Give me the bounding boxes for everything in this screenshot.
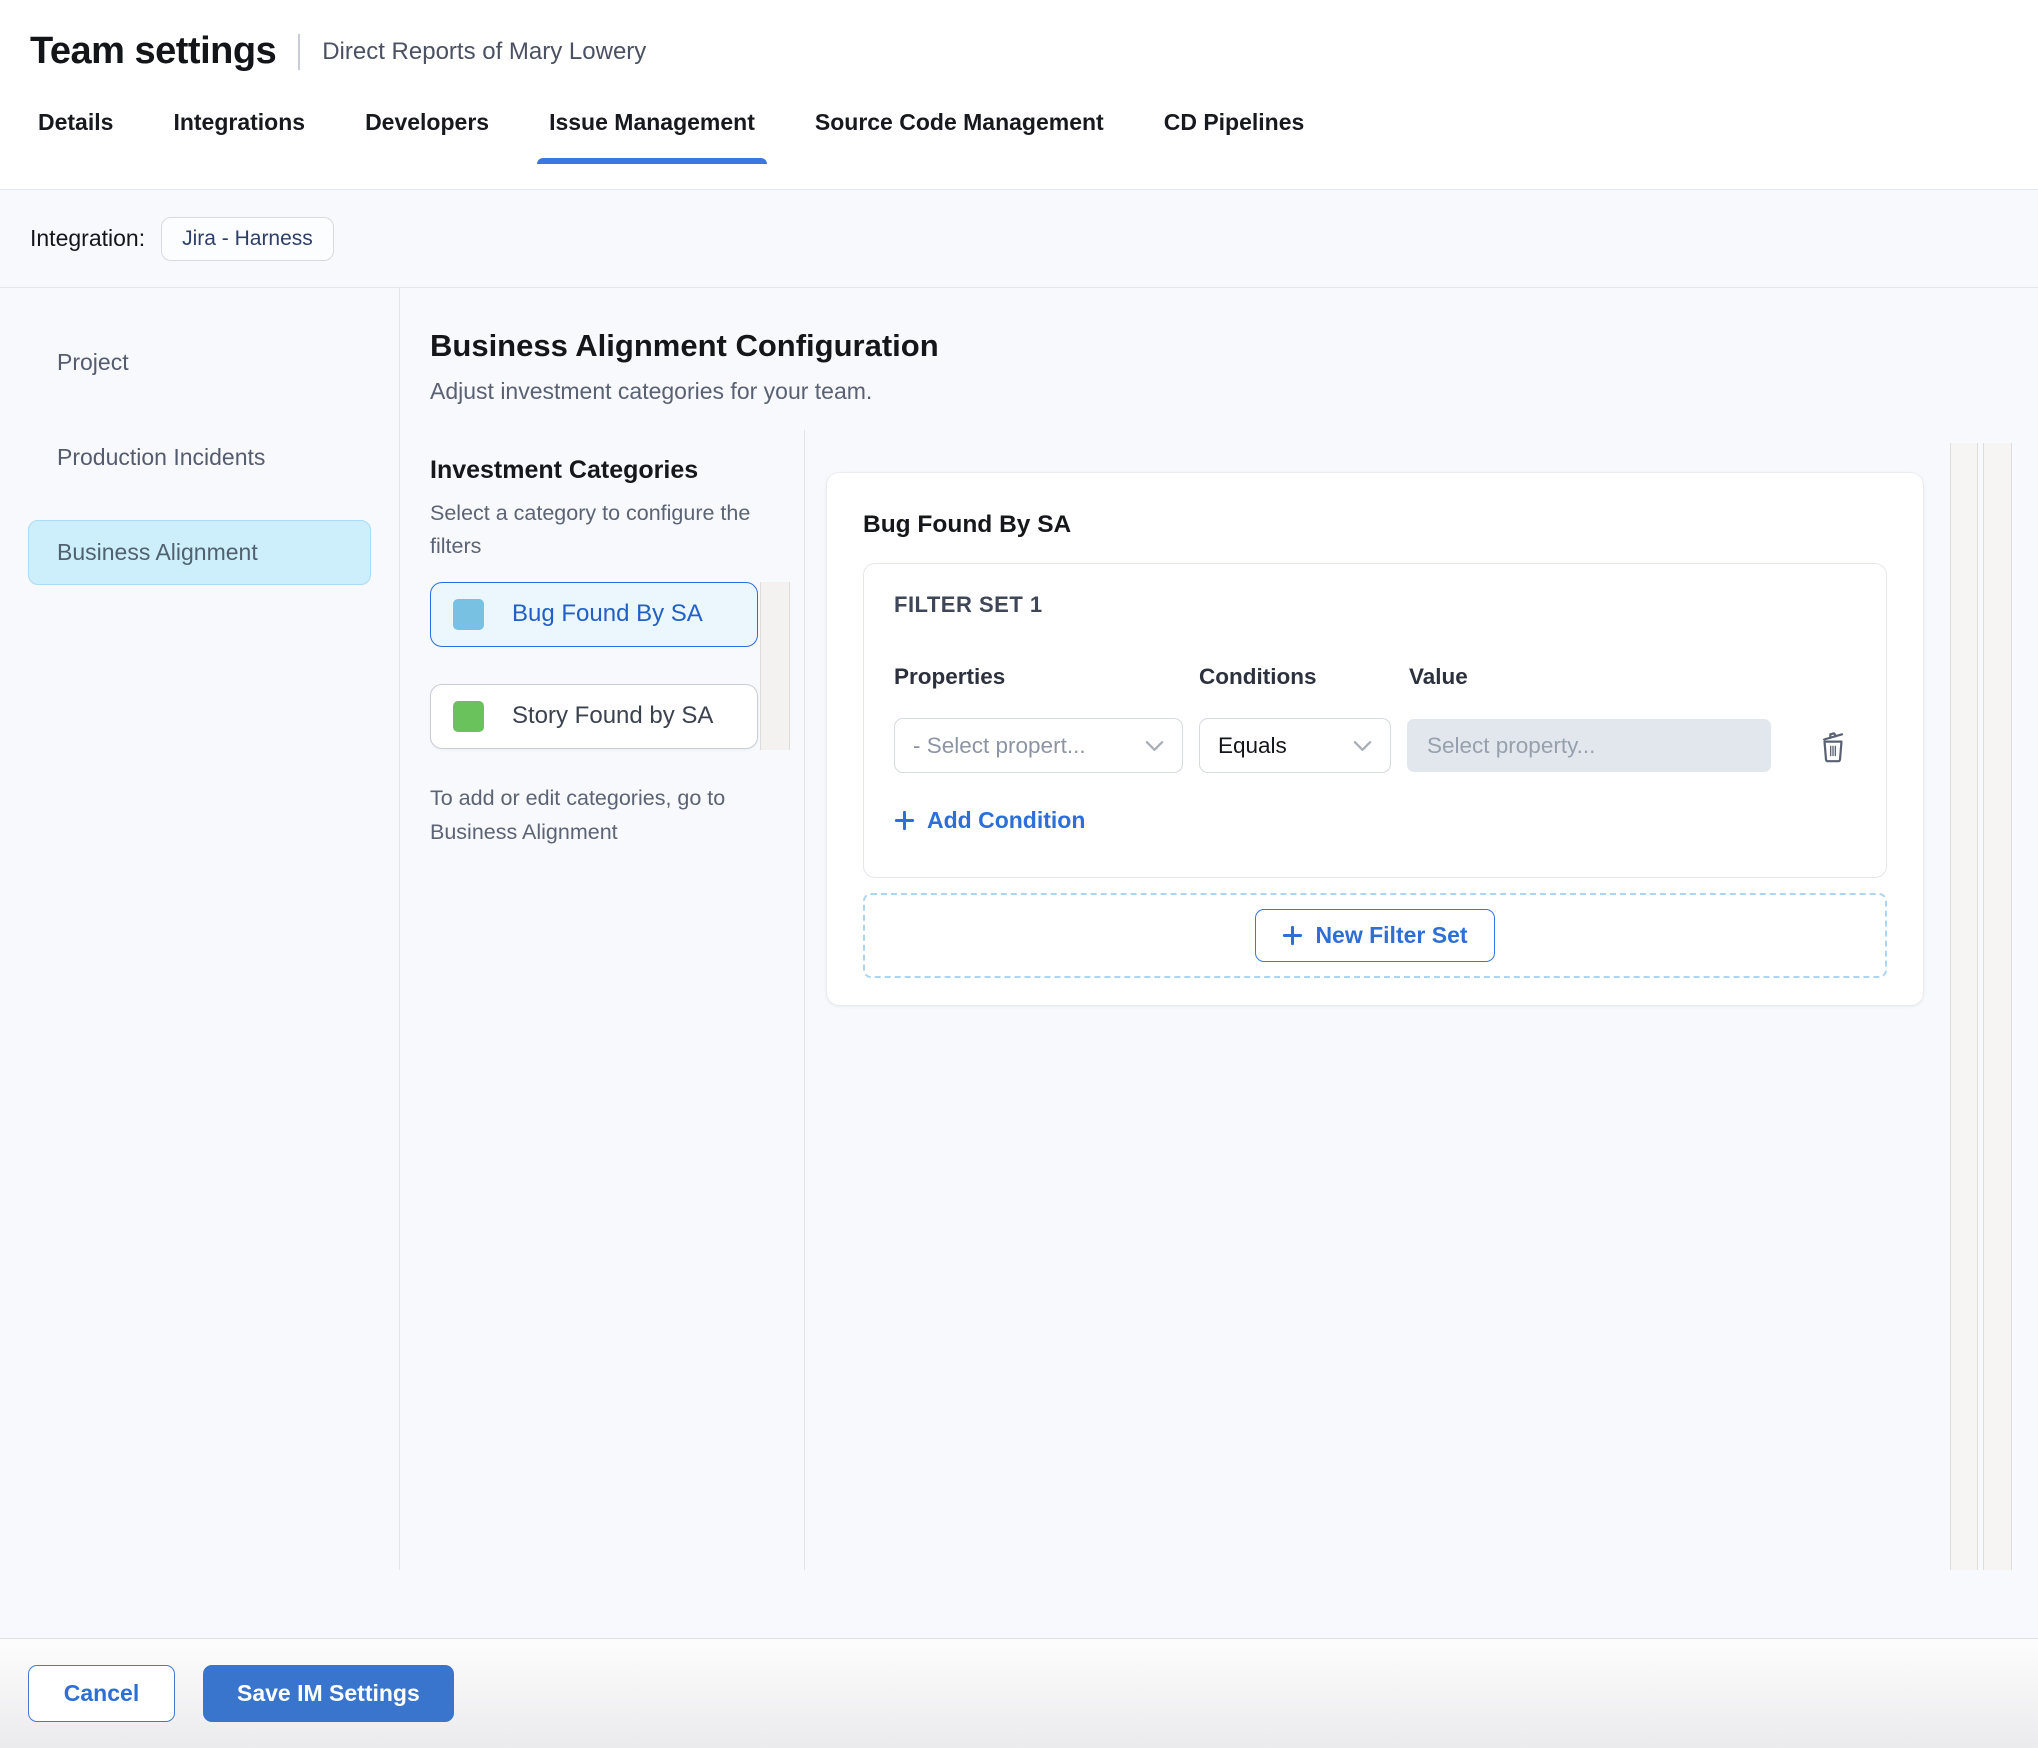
page-title: Team settings [30, 30, 277, 72]
filter-set-1: FILTER SET 1 Properties Conditions Value… [863, 563, 1887, 878]
chevron-down-icon [1145, 740, 1164, 751]
main-region: Business Alignment Configuration Adjust … [400, 288, 2038, 1570]
category-story-found-by-sa[interactable]: Story Found by SA [430, 683, 758, 749]
category-color-swatch [453, 598, 484, 630]
team-settings-page: Team settings Direct Reports of Mary Low… [0, 0, 2038, 1748]
integration-chip[interactable]: Jira - Harness [161, 216, 334, 261]
plus-icon [894, 810, 915, 831]
condition-row: - Select propert... Equals [894, 718, 1856, 773]
categories-footnote: To add or edit categories, go to Busines… [430, 785, 726, 845]
filter-set-title: FILTER SET 1 [894, 592, 1043, 617]
category-color-swatch [453, 700, 484, 732]
section-subtitle: Adjust investment categories for your te… [430, 378, 873, 404]
columns: Investment Categories Select a category … [400, 430, 2038, 1570]
add-condition-button[interactable]: Add Condition [894, 807, 1085, 834]
tab-integrations[interactable]: Integrations [161, 109, 317, 163]
page-scrollbar[interactable] [1983, 443, 2012, 1570]
category-label: Story Found by SA [512, 702, 714, 730]
tab-bar: Details Integrations Developers Issue Ma… [0, 73, 2038, 164]
column-header-conditions: Conditions [1199, 664, 1317, 689]
chevron-down-icon [1353, 740, 1372, 751]
title-divider [298, 33, 301, 70]
settings-sidebar: Project Production Incidents Business Al… [0, 288, 400, 1570]
delete-condition-button[interactable] [1815, 727, 1851, 765]
content-area: Integration: Jira - Harness Project Prod… [0, 190, 2038, 1638]
integration-label: Integration: [30, 225, 146, 251]
save-im-settings-button[interactable]: Save IM Settings [203, 1665, 454, 1722]
section-title: Business Alignment Configuration [430, 328, 939, 363]
tab-source-code-management[interactable]: Source Code Management [803, 109, 1116, 163]
plus-icon [1283, 925, 1303, 946]
sidebar-item-project[interactable]: Project [28, 330, 371, 395]
trash-icon [1822, 731, 1844, 762]
properties-select-placeholder: - Select propert... [913, 732, 1086, 758]
tab-cd-pipelines-label: CD Pipelines [1163, 109, 1305, 135]
tab-issue-management[interactable]: Issue Management [537, 109, 767, 164]
investment-categories-panel: Investment Categories Select a category … [400, 430, 805, 1570]
conditions-select[interactable]: Equals [1199, 718, 1391, 773]
panel-scrollbar[interactable] [1950, 443, 1978, 1570]
sidebar-item-business-alignment[interactable]: Business Alignment [28, 520, 371, 585]
heading-block: Business Alignment Configuration Adjust … [400, 288, 2038, 430]
investment-categories-subtitle: Select a category to configure the filte… [430, 501, 751, 559]
category-list-scrollbar[interactable] [760, 582, 790, 750]
investment-categories-title: Investment Categories [430, 456, 699, 484]
footer-bar: Cancel Save IM Settings [0, 1638, 2038, 1748]
filter-card-title: Bug Found By SA [863, 511, 1072, 538]
tab-developers[interactable]: Developers [353, 109, 501, 163]
cancel-button[interactable]: Cancel [28, 1665, 175, 1722]
add-condition-label: Add Condition [927, 807, 1086, 833]
category-label: Bug Found By SA [512, 600, 703, 628]
tab-details-label: Details [38, 109, 114, 135]
new-filter-set-label: New Filter Set [1315, 922, 1468, 948]
new-filter-set-dropzone: New Filter Set [863, 893, 1887, 978]
title-row: Team settings Direct Reports of Mary Low… [0, 0, 2038, 73]
tab-developers-label: Developers [365, 109, 490, 135]
body-row: Project Production Incidents Business Al… [0, 288, 2038, 1570]
filter-column: Bug Found By SA FILTER SET 1 Properties … [805, 430, 2038, 1570]
filter-set-column-headers: Properties Conditions Value [894, 664, 1856, 690]
tab-cd-pipelines[interactable]: CD Pipelines [1152, 109, 1317, 163]
filter-config-card: Bug Found By SA FILTER SET 1 Properties … [827, 473, 1923, 1005]
value-input[interactable] [1407, 719, 1771, 772]
properties-select[interactable]: - Select propert... [894, 718, 1183, 773]
page-subtitle: Direct Reports of Mary Lowery [322, 37, 647, 65]
tab-source-code-management-label: Source Code Management [814, 109, 1104, 135]
sidebar-item-production-incidents[interactable]: Production Incidents [28, 425, 371, 490]
active-tab-underline [537, 158, 767, 164]
conditions-select-value: Equals [1218, 732, 1287, 758]
category-bug-found-by-sa[interactable]: Bug Found By SA [430, 581, 758, 647]
column-header-value: Value [1409, 664, 1468, 689]
tab-integrations-label: Integrations [173, 109, 306, 135]
column-header-properties: Properties [894, 664, 1006, 689]
new-filter-set-button[interactable]: New Filter Set [1255, 909, 1495, 962]
tab-issue-management-label: Issue Management [549, 109, 755, 135]
tab-details[interactable]: Details [26, 109, 125, 163]
page-header: Team settings Direct Reports of Mary Low… [0, 0, 2038, 190]
integration-row: Integration: Jira - Harness [0, 190, 2038, 288]
